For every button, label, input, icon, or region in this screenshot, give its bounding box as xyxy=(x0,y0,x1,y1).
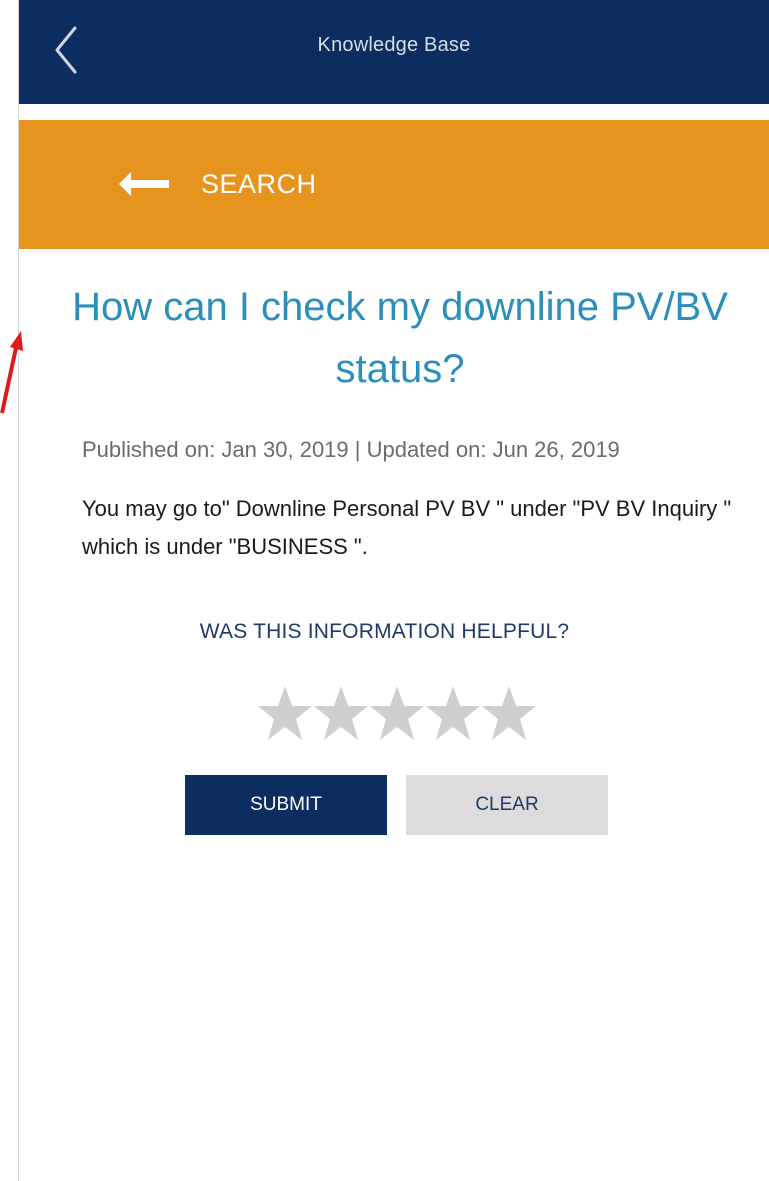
article-title: How can I check my downline PV/BV status… xyxy=(72,285,728,391)
arrow-left-icon xyxy=(119,172,169,196)
star-rating[interactable] xyxy=(257,683,537,743)
divider xyxy=(19,104,769,120)
annotation-arrow-icon xyxy=(0,331,23,414)
star-icon[interactable] xyxy=(313,683,369,743)
search-label: SEARCH xyxy=(201,168,317,199)
article-meta: Published on: Jan 30, 2019 | Updated on:… xyxy=(82,437,620,462)
search-bar: SEARCH xyxy=(19,120,769,249)
article-body: You may go to" Downline Personal PV BV "… xyxy=(82,496,732,559)
left-gutter xyxy=(0,0,19,1181)
star-icon[interactable] xyxy=(257,683,313,743)
star-icon[interactable] xyxy=(369,683,425,743)
top-navigation-bar: Knowledge Base xyxy=(19,0,769,104)
clear-button[interactable]: CLEAR xyxy=(406,775,608,835)
page-title: Knowledge Base xyxy=(317,34,471,56)
star-icon[interactable] xyxy=(481,683,537,743)
submit-button[interactable]: SUBMIT xyxy=(185,775,387,835)
star-icon[interactable] xyxy=(425,683,481,743)
page: Knowledge Base SEARCH How can I check my… xyxy=(0,0,769,1181)
back-to-search-button[interactable]: SEARCH xyxy=(117,162,317,206)
feedback-question: WAS THIS INFORMATION HELPFUL? xyxy=(199,620,570,643)
